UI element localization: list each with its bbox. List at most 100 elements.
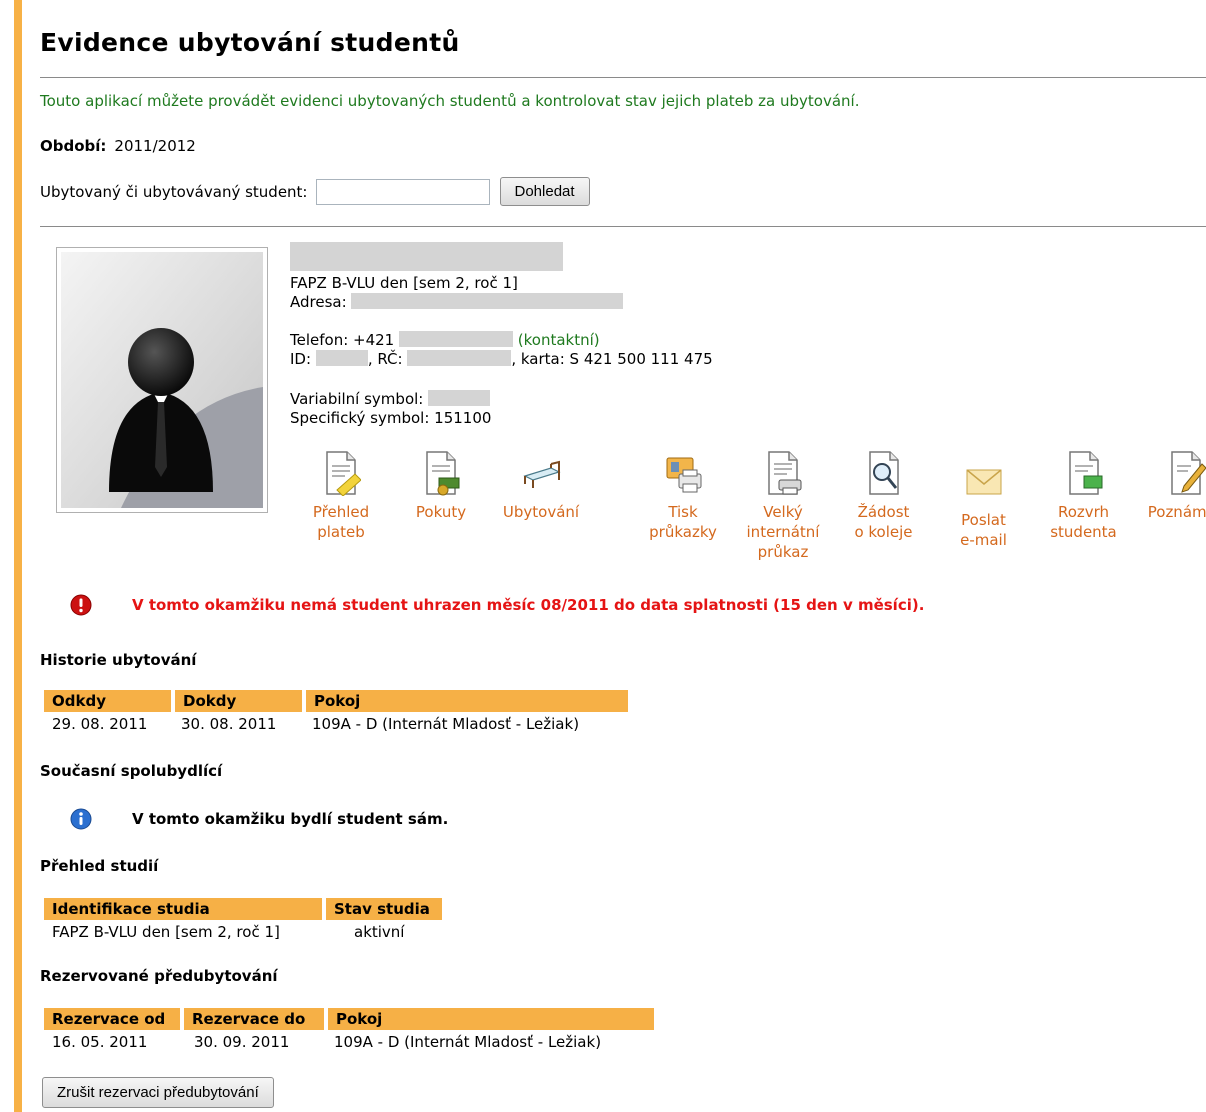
search-label: Ubytovaný či ubytovávaný student:: [40, 182, 308, 201]
table-cell: 30. 09. 2011: [194, 1033, 290, 1051]
action-label: Přehled: [312, 503, 370, 521]
action-dorm-request[interactable]: Žádost o koleje: [836, 450, 931, 542]
search-button[interactable]: Dohledat: [499, 177, 590, 206]
student-address: Adresa:: [290, 293, 624, 312]
history-title: Historie ubytování: [40, 651, 197, 669]
search-row: Ubytovaný či ubytovávaný student: Dohled…: [40, 177, 590, 206]
action-accommodation[interactable]: Ubytování: [491, 450, 591, 522]
redacted-rc: [407, 350, 512, 366]
table-cell: 109A - D (Internát Mladosť - Ležiak): [334, 1033, 602, 1051]
column-header: Rezervace od: [44, 1008, 184, 1030]
column-header: Pokoj: [304, 690, 628, 712]
divider: [40, 226, 1206, 227]
student-details: FAPZ B-VLU den [sem 2, roč 1] Adresa:: [290, 274, 624, 312]
action-send-email[interactable]: Poslat e-mail: [936, 458, 1031, 550]
specific-symbol: Specifický symbol: 151100: [290, 409, 492, 427]
action-payments[interactable]: Přehled plateb: [296, 450, 386, 542]
payments-icon: [326, 451, 361, 496]
roommates-title: Současní spolubydlící: [40, 762, 223, 780]
action-label: plateb: [317, 523, 365, 541]
table-cell: 109A - D (Internát Mladosť - Ležiak): [312, 715, 580, 733]
search-document-icon: [868, 451, 899, 495]
print-card-icon: [666, 457, 702, 493]
column-header: Pokoj: [326, 1008, 654, 1030]
schedule-icon: [1068, 451, 1102, 495]
bed-icon: [523, 460, 561, 488]
table-header-row: Odkdy Dokdy Pokoj: [44, 690, 628, 712]
history-table: Odkdy Dokdy Pokoj 29. 08. 2011 30. 08. 2…: [44, 690, 628, 736]
page-title: Evidence ubytování studentů: [40, 28, 460, 57]
phone-note: (kontaktní): [517, 331, 600, 349]
action-note[interactable]: Poznámka: [1136, 450, 1206, 522]
student-symbols: Variabilní symbol: Specifický symbol: 15…: [290, 390, 491, 428]
action-label: e-mail: [960, 531, 1007, 549]
action-label: Poznámka: [1147, 503, 1206, 521]
redacted-address: [351, 293, 624, 309]
redacted-phone: [399, 331, 514, 347]
column-header: Stav studia: [324, 898, 442, 920]
table-header-row: Rezervace od Rezervace do Pokoj: [44, 1008, 654, 1030]
student-search-input[interactable]: [315, 178, 490, 205]
action-label: Poslat: [961, 511, 1006, 529]
period-value: 2011/2012: [114, 137, 196, 155]
print-document-icon: [768, 451, 802, 495]
action-large-card[interactable]: Velký internátní průkaz: [733, 450, 833, 562]
payment-alert-text: V tomto okamžiku nemá student uhrazen mě…: [132, 596, 925, 614]
table-row: 16. 05. 2011 30. 09. 2011 109A - D (Inte…: [44, 1030, 654, 1054]
table-cell: 30. 08. 2011: [181, 715, 277, 733]
envelope-icon: [966, 469, 1001, 495]
student-contact: Telefon: +421 (kontaktní) ID: , RČ: , ka…: [290, 331, 713, 369]
action-label: Žádost: [857, 503, 910, 521]
action-label: Tisk: [668, 503, 698, 521]
payment-alert: V tomto okamžiku nemá student uhrazen mě…: [70, 594, 924, 616]
student-ids: ID: , RČ: , karta: S 421 500 111 475: [290, 350, 713, 368]
divider: [40, 77, 1206, 78]
period-label: Období:: [40, 137, 107, 155]
redacted-variable-symbol: [428, 390, 491, 406]
student-photo: [56, 247, 268, 513]
column-header: Identifikace studia: [44, 898, 326, 920]
action-print-card[interactable]: Tisk průkazky: [633, 450, 733, 542]
note-icon: [1171, 451, 1206, 495]
error-icon: [70, 594, 92, 616]
reservation-title: Rezervované předubytování: [40, 967, 278, 985]
student-phone: Telefon: +421 (kontaktní): [290, 331, 600, 349]
reservation-table: Rezervace od Rezervace do Pokoj 16. 05. …: [44, 1008, 654, 1054]
left-accent-bar: [14, 0, 22, 1112]
column-header: Odkdy: [44, 690, 175, 712]
cancel-reservation-button[interactable]: Zrušit rezervaci předubytování: [42, 1077, 274, 1108]
action-label: průkazky: [649, 523, 717, 541]
action-label: studenta: [1050, 523, 1117, 541]
variable-symbol: Variabilní symbol:: [290, 390, 491, 409]
student-study: FAPZ B-VLU den [sem 2, roč 1]: [290, 274, 518, 292]
roommates-info: V tomto okamžiku bydlí student sám.: [70, 808, 448, 830]
table-header-row: Identifikace studia Stav studia: [44, 898, 442, 920]
redacted-id: [315, 350, 368, 366]
action-label: internátní: [746, 523, 820, 541]
table-cell: 16. 05. 2011: [52, 1033, 148, 1051]
action-label: Rozvrh: [1057, 503, 1110, 521]
action-schedule[interactable]: Rozvrh studenta: [1036, 450, 1131, 542]
period-row: Období: 2011/2012: [40, 137, 196, 155]
column-header: Dokdy: [173, 690, 306, 712]
avatar-placeholder-icon: [61, 252, 263, 508]
studies-title: Přehled studií: [40, 857, 159, 875]
roommates-info-text: V tomto okamžiku bydlí student sám.: [132, 810, 449, 828]
intro-text: Touto aplikací můžete provádět evidenci …: [40, 92, 860, 110]
action-label: o koleje: [854, 523, 913, 541]
table-cell: FAPZ B-VLU den [sem 2, roč 1]: [52, 923, 280, 941]
fines-icon: [426, 451, 460, 496]
column-header: Rezervace do: [182, 1008, 328, 1030]
action-fines[interactable]: Pokuty: [396, 450, 486, 522]
table-row: 29. 08. 2011 30. 08. 2011 109A - D (Inte…: [44, 712, 628, 736]
action-label: průkaz: [757, 543, 809, 561]
info-icon: [70, 808, 92, 830]
redacted-name: [290, 242, 563, 271]
table-cell: aktivní: [354, 923, 405, 941]
studies-table: Identifikace studia Stav studia FAPZ B-V…: [44, 898, 442, 944]
action-label: Velký: [763, 503, 803, 521]
action-label: Ubytování: [502, 503, 580, 521]
action-toolbar: Přehled plateb Pokuty Ubytování Tisk prů…: [296, 450, 1206, 565]
student-name: [290, 242, 563, 274]
table-cell: 29. 08. 2011: [52, 715, 148, 733]
